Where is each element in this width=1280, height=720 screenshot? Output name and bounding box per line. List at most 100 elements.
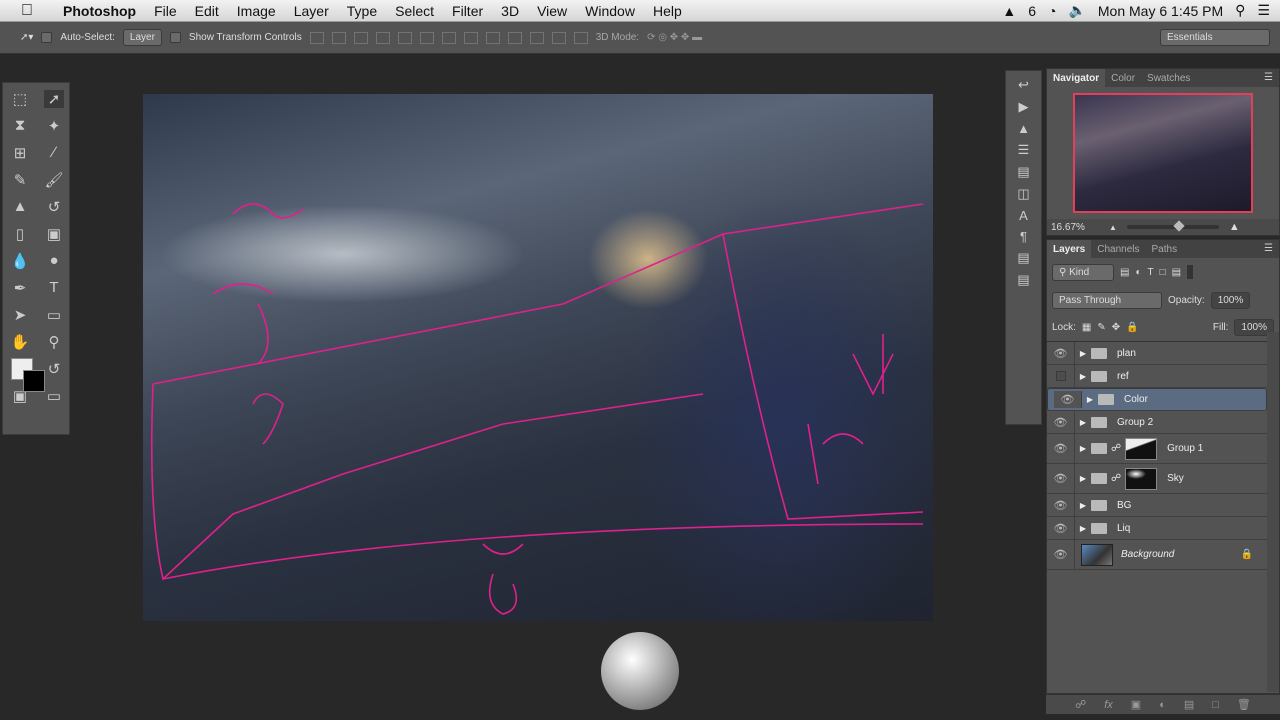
tab-paths[interactable]: Paths	[1146, 240, 1184, 258]
move-tool-icon[interactable]: ➚▾	[20, 32, 33, 43]
menu-type[interactable]: Type	[338, 3, 386, 19]
eyedropper-icon[interactable]: ∕	[53, 144, 56, 161]
link-layers-icon[interactable]: ☍	[1075, 698, 1086, 711]
gradient-icon[interactable]: ▣	[47, 225, 61, 243]
background-color[interactable]	[23, 369, 45, 392]
align-right-icon[interactable]	[419, 31, 434, 44]
eye-icon[interactable]: 👁	[1047, 540, 1075, 569]
expand-icon[interactable]: ▶	[1075, 349, 1091, 358]
menu-file[interactable]: File	[145, 3, 186, 19]
document-canvas[interactable]	[143, 94, 933, 621]
align-left-icon[interactable]	[375, 31, 390, 44]
actions-icon[interactable]: ▶	[1019, 99, 1029, 115]
eraser-icon[interactable]: ▯	[16, 225, 24, 243]
layer-background[interactable]: 👁 Background 🔒	[1047, 540, 1267, 570]
layer-color[interactable]: 👁 ▶ Color	[1047, 388, 1267, 411]
shape-tool-icon[interactable]: ▭	[47, 306, 61, 324]
healing-brush-icon[interactable]: ✎	[14, 171, 27, 189]
layer-liq[interactable]: 👁 ▶ Liq	[1047, 517, 1267, 540]
zoom-tool-icon[interactable]: ⚲	[49, 333, 60, 351]
marquee-tool-icon[interactable]: ⬚	[13, 90, 27, 108]
app-menu[interactable]: Photoshop	[54, 3, 145, 19]
distribute-top-icon[interactable]	[441, 31, 456, 44]
clock[interactable]: Mon May 6 1:45 PM	[1098, 3, 1223, 19]
histogram-icon[interactable]: ▲	[1017, 121, 1030, 136]
tab-channels[interactable]: Channels	[1091, 240, 1145, 258]
menu-filter[interactable]: Filter	[443, 3, 492, 19]
layer-ref[interactable]: ▶ ref	[1047, 365, 1267, 388]
brush-presets-icon[interactable]: ◫	[1017, 186, 1029, 202]
navigator-preview[interactable]	[1073, 93, 1253, 213]
filter-shape-icon[interactable]: □	[1160, 267, 1166, 278]
expand-icon[interactable]: ▶	[1075, 501, 1091, 510]
new-group-icon[interactable]: ▤	[1184, 698, 1194, 711]
zoom-out-icon[interactable]: ▲	[1109, 223, 1117, 232]
eye-icon[interactable]: 👁	[1047, 517, 1075, 539]
filter-toggle[interactable]	[1187, 265, 1194, 279]
apple-icon[interactable]: 	[0, 2, 54, 20]
eye-icon[interactable]: 👁	[1047, 411, 1075, 433]
swap-colors-icon[interactable]: ↺	[48, 360, 61, 378]
menu-3d[interactable]: 3D	[492, 3, 528, 19]
clone-stamp-icon[interactable]: ▲	[13, 198, 28, 215]
add-mask-icon[interactable]: ▣	[1131, 698, 1141, 711]
expand-icon[interactable]: ▶	[1075, 524, 1091, 533]
path-selection-icon[interactable]: ➤	[14, 306, 27, 324]
panel-menu-icon[interactable]: ☰	[1258, 69, 1279, 87]
lock-position-icon[interactable]: ✥	[1112, 322, 1120, 333]
expand-icon[interactable]: ▶	[1075, 372, 1091, 381]
tab-swatches[interactable]: Swatches	[1141, 69, 1196, 87]
status-badge[interactable]: 6	[1028, 3, 1036, 19]
brush-tool-icon[interactable]: 🖌	[44, 171, 63, 189]
menu-edit[interactable]: Edit	[186, 3, 228, 19]
menu-image[interactable]: Image	[228, 3, 285, 19]
paragraph-icon[interactable]: ¶	[1020, 229, 1027, 244]
expand-icon[interactable]: ▶	[1082, 395, 1098, 404]
blend-mode-dropdown[interactable]: Pass Through	[1052, 291, 1162, 309]
opacity-input[interactable]: 100%	[1210, 291, 1251, 309]
adjustment-layer-icon[interactable]: ◐	[1159, 699, 1166, 711]
adobe-icon[interactable]: ▲	[1002, 3, 1016, 19]
zoom-slider[interactable]	[1126, 220, 1219, 232]
blur-tool-icon[interactable]: 💧	[11, 252, 30, 270]
layer-sky[interactable]: 👁 ▶ ☍ Sky	[1047, 464, 1267, 494]
eye-icon[interactable]: 👁	[1047, 464, 1075, 493]
align-vcenter-icon[interactable]	[331, 31, 346, 44]
filter-pixel-icon[interactable]: ▤	[1120, 267, 1129, 278]
distribute-left-icon[interactable]	[507, 31, 522, 44]
notifications-icon[interactable]: ☰	[1257, 2, 1270, 19]
align-hcenter-icon[interactable]	[397, 31, 412, 44]
fx-icon[interactable]: fx	[1104, 699, 1113, 711]
navigator-zoom-value[interactable]: 16.67%	[1051, 222, 1109, 233]
color-swatches[interactable]	[3, 352, 45, 392]
filter-smart-object-icon[interactable]: ▤	[1172, 267, 1181, 278]
adjustments-icon[interactable]: ☰	[1018, 142, 1030, 158]
expand-icon[interactable]: ▶	[1075, 444, 1091, 453]
menu-view[interactable]: View	[528, 3, 576, 19]
search-icon[interactable]: ⚲	[1235, 2, 1245, 19]
layer-plan[interactable]: 👁 ▶ plan	[1047, 342, 1267, 365]
history-brush-icon[interactable]: ↺	[48, 198, 61, 216]
menu-select[interactable]: Select	[386, 3, 443, 19]
panel-menu-icon[interactable]: ☰	[1258, 240, 1279, 258]
eye-icon[interactable]: 👁	[1047, 494, 1075, 516]
filter-type-icon[interactable]: T	[1148, 267, 1154, 278]
layers-scrollbar[interactable]	[1267, 332, 1279, 692]
eye-icon[interactable]: 👁	[1047, 434, 1075, 463]
layer-comps-icon[interactable]: ▤	[1017, 250, 1029, 266]
menu-window[interactable]: Window	[576, 3, 644, 19]
volume-icon[interactable]: 🔈	[1068, 2, 1085, 19]
delete-layer-icon[interactable]: 🗑	[1237, 698, 1251, 711]
tab-color[interactable]: Color	[1105, 69, 1141, 87]
align-top-icon[interactable]	[309, 31, 324, 44]
wifi-icon[interactable]: ◔	[1048, 3, 1056, 19]
show-transform-checkbox[interactable]	[169, 32, 181, 43]
tab-navigator[interactable]: Navigator	[1047, 69, 1106, 87]
distribute-bottom-icon[interactable]	[485, 31, 500, 44]
3d-tools-icon[interactable]: ⟳ ◎ ✥ ✥ ▬	[647, 32, 702, 43]
move-tool-icon[interactable]: ➚	[43, 89, 65, 108]
align-bottom-icon[interactable]	[353, 31, 368, 44]
expand-icon[interactable]: ▶	[1075, 418, 1091, 427]
auto-align-icon[interactable]	[573, 31, 588, 44]
menu-layer[interactable]: Layer	[285, 3, 338, 19]
